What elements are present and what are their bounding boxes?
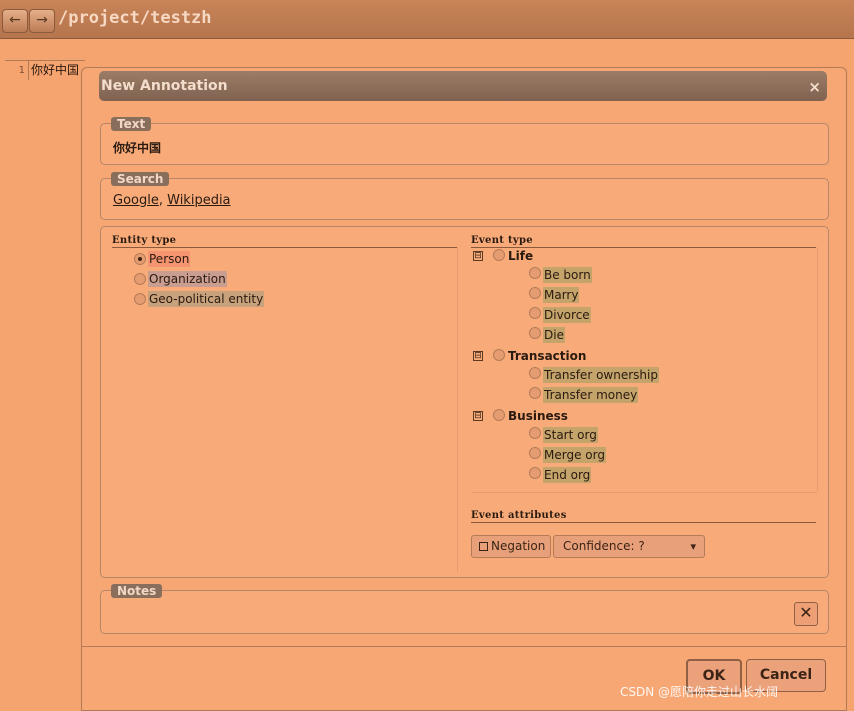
event-group-transaction[interactable]: Transaction	[508, 348, 586, 364]
event-radio-transfer-money[interactable]	[529, 387, 541, 399]
checkbox-icon	[479, 542, 488, 551]
event-label-transfer-ownership[interactable]: Transfer ownership	[543, 367, 659, 383]
event-radio-be-born[interactable]	[529, 267, 541, 279]
close-icon[interactable]: ×	[808, 72, 821, 102]
entity-label-gpe[interactable]: Geo-political entity	[148, 291, 265, 307]
event-label-end-org[interactable]: End org	[543, 467, 592, 483]
event-list-border	[817, 247, 818, 492]
event-label-start-org[interactable]: Start org	[543, 427, 598, 443]
wikipedia-link[interactable]: Wikipedia	[167, 193, 230, 208]
event-label-marry[interactable]: Marry	[543, 287, 580, 303]
editor-line: 1 你好中国	[5, 60, 85, 80]
search-fieldset: Search Google, Wikipedia	[100, 172, 829, 220]
event-group-business[interactable]: Business	[508, 408, 568, 424]
collapse-business-icon[interactable]: ⊟	[473, 411, 483, 421]
line-text[interactable]: 你好中国	[31, 61, 79, 80]
negation-toggle[interactable]: Negation	[471, 535, 551, 558]
top-bar: ← → /project/testzh	[0, 0, 854, 39]
clear-notes-button[interactable]: ✕	[794, 602, 818, 626]
entity-label-person[interactable]: Person	[148, 251, 191, 267]
event-label-transfer-money[interactable]: Transfer money	[543, 387, 639, 403]
event-radio-merge-org[interactable]	[529, 447, 541, 459]
entity-radio-gpe[interactable]	[134, 293, 146, 305]
confidence-dropdown[interactable]: Confidence: ? ▾	[553, 535, 705, 558]
event-radio-business[interactable]	[493, 409, 505, 421]
arrow-left-icon: ←	[9, 12, 21, 28]
event-group-life[interactable]: Life	[508, 248, 533, 264]
event-label-divorce[interactable]: Divorce	[543, 307, 591, 323]
notes-legend: Notes	[111, 584, 163, 598]
types-fieldset: Entity type Person Organization Geo-poli…	[100, 226, 829, 578]
event-label-die[interactable]: Die	[543, 327, 565, 343]
link-separator: ,	[158, 193, 163, 208]
event-radio-die[interactable]	[529, 327, 541, 339]
search-legend: Search	[111, 172, 170, 186]
collapse-life-icon[interactable]: ⊟	[473, 251, 483, 261]
selected-text: 你好中国	[113, 141, 162, 155]
event-radio-life[interactable]	[493, 249, 505, 261]
event-radio-transfer-ownership[interactable]	[529, 367, 541, 379]
entity-type-title: Entity type	[112, 235, 457, 248]
event-radio-marry[interactable]	[529, 287, 541, 299]
event-attributes-title: Event attributes	[471, 510, 816, 523]
footer-divider	[82, 646, 846, 647]
text-fieldset: Text 你好中国	[100, 117, 829, 165]
back-button[interactable]: ←	[2, 9, 28, 33]
event-radio-end-org[interactable]	[529, 467, 541, 479]
watermark: CSDN @愿陪你走过山长水阔	[620, 685, 779, 699]
document-path: /project/testzh	[58, 8, 212, 28]
chevron-down-icon: ▾	[690, 540, 696, 553]
entity-label-organization[interactable]: Organization	[148, 271, 227, 287]
event-radio-transaction[interactable]	[493, 349, 505, 361]
arrow-right-icon: →	[36, 12, 48, 28]
notes-fieldset: Notes ✕	[100, 584, 829, 634]
new-annotation-dialog: New Annotation × Text 你好中国 Search Google…	[81, 67, 847, 711]
line-number: 1	[5, 61, 29, 80]
dialog-header[interactable]: New Annotation ×	[99, 71, 827, 101]
confidence-label: Confidence: ?	[563, 539, 645, 553]
search-links: Google, Wikipedia	[113, 193, 231, 208]
event-label-merge-org[interactable]: Merge org	[543, 447, 606, 463]
column-divider	[457, 247, 458, 572]
google-link[interactable]: Google	[113, 193, 159, 208]
text-legend: Text	[111, 117, 152, 131]
event-type-title: Event type	[471, 235, 816, 248]
event-list-bottom	[471, 492, 817, 493]
event-radio-start-org[interactable]	[529, 427, 541, 439]
negation-label: Negation	[491, 539, 546, 553]
dialog-title: New Annotation	[101, 78, 228, 94]
forward-button[interactable]: →	[29, 9, 55, 33]
collapse-transaction-icon[interactable]: ⊟	[473, 351, 483, 361]
entity-radio-organization[interactable]	[134, 273, 146, 285]
close-icon: ✕	[799, 603, 813, 622]
event-label-be-born[interactable]: Be born	[543, 267, 592, 283]
event-radio-divorce[interactable]	[529, 307, 541, 319]
entity-radio-person[interactable]	[134, 253, 146, 265]
